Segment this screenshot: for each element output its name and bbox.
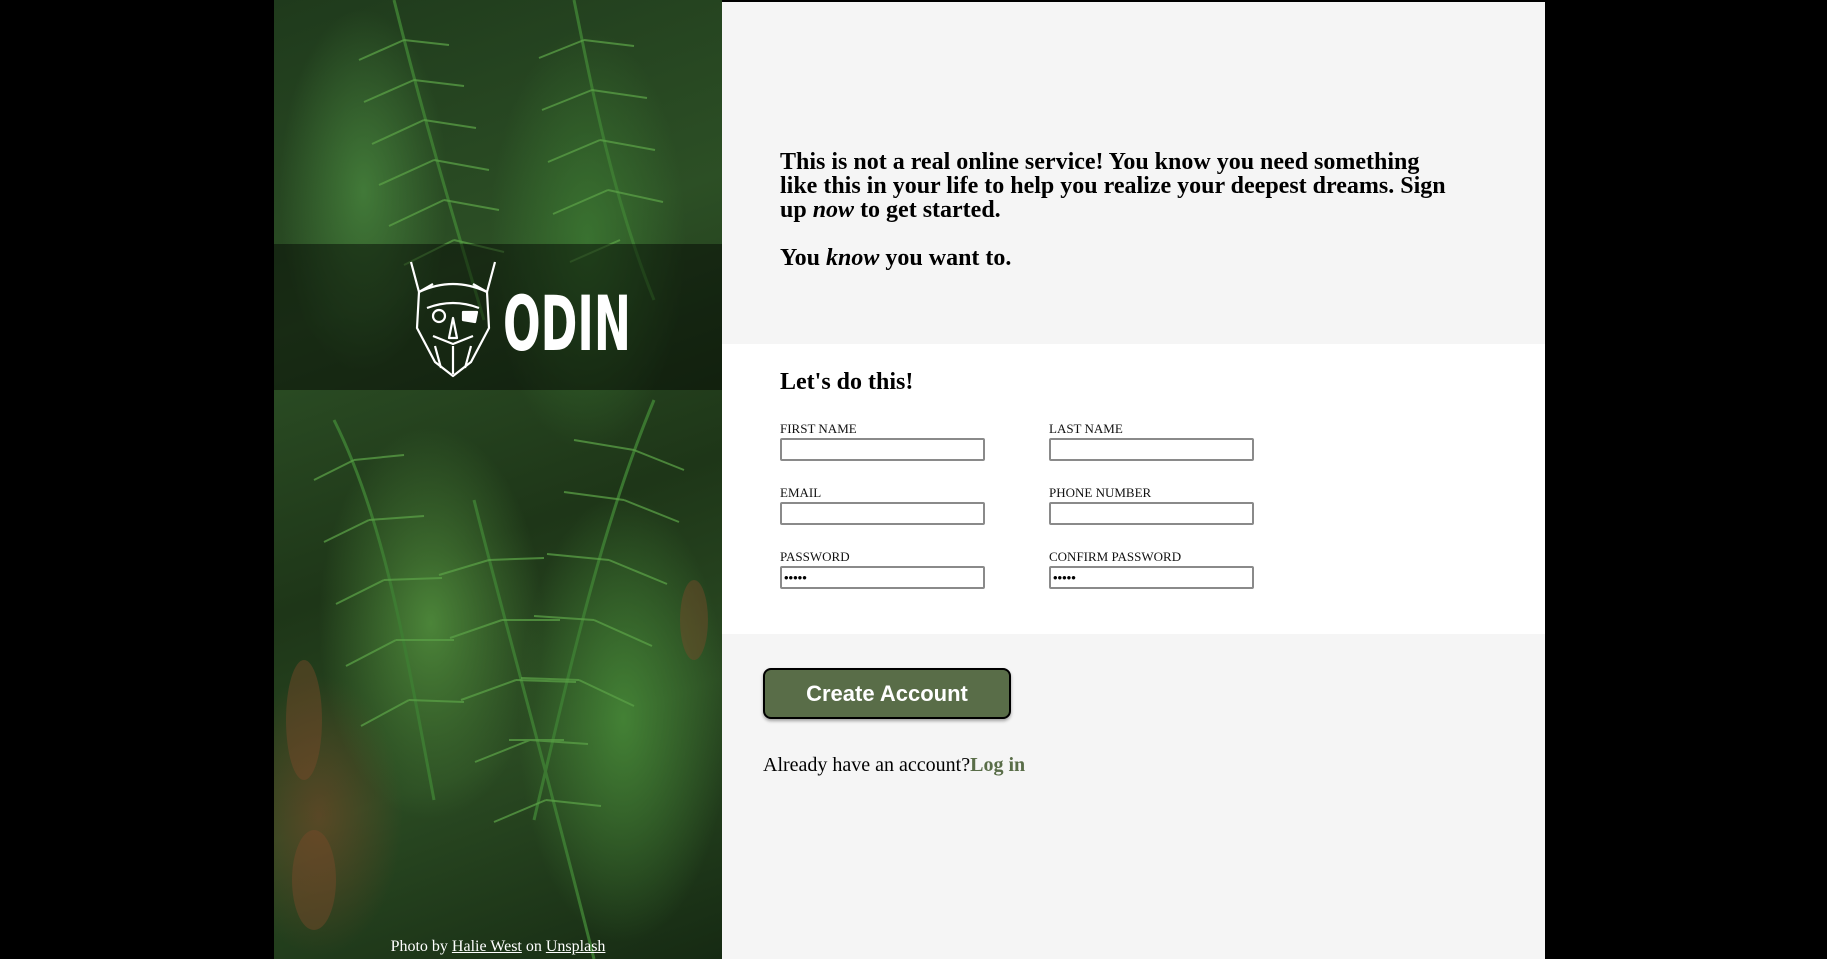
password-input[interactable] xyxy=(780,566,985,589)
last-name-label: Last Name xyxy=(1049,421,1123,436)
login-prompt: Already have an account?Log in xyxy=(763,754,1025,777)
confirm-password-input[interactable] xyxy=(1049,566,1254,589)
password-field: Password xyxy=(780,550,985,589)
logo-text: ODIN xyxy=(503,279,631,368)
login-link[interactable]: Log in xyxy=(970,754,1025,776)
page: ODIN Photo by Halie West on Unsplash Thi… xyxy=(0,0,1827,959)
photo-credit-prefix: Photo by xyxy=(390,938,452,955)
phone-number-field: Phone Number xyxy=(1049,486,1254,525)
intro-line-2-end: you want to. xyxy=(879,245,1012,271)
odin-logo: ODIN xyxy=(409,261,631,378)
photo-credit: Photo by Halie West on Unsplash xyxy=(274,937,722,957)
unsplash-link[interactable]: Unsplash xyxy=(546,938,606,955)
email-label: Email xyxy=(780,485,822,500)
form-heading: Let's do this! xyxy=(780,369,914,395)
fern-background-image: ODIN Photo by Halie West on Unsplash xyxy=(274,0,722,959)
phone-number-input[interactable] xyxy=(1049,502,1254,525)
photo-credit-middle: on xyxy=(521,938,546,955)
email-field: Email xyxy=(780,486,985,525)
phone-number-label: Phone Number xyxy=(1049,485,1152,500)
photo-author-link[interactable]: Halie West xyxy=(452,938,522,955)
intro-paragraph-2: You know you want to. xyxy=(780,246,1460,270)
confirm-password-label: Confirm Password xyxy=(1049,549,1182,564)
fern-leaves-illustration xyxy=(286,0,708,959)
last-name-input[interactable] xyxy=(1049,438,1254,461)
last-name-field: Last Name xyxy=(1049,422,1254,461)
signup-panel: This is not a real online service! You k… xyxy=(722,0,1545,959)
intro-paragraph-1: This is not a real online service! You k… xyxy=(780,150,1460,222)
password-label: Password xyxy=(780,549,850,564)
first-name-field: First Name xyxy=(780,422,985,461)
intro-line-2-start: You xyxy=(780,245,827,271)
intro-emphasis-now: now xyxy=(812,197,855,223)
login-prompt-text: Already have an account? xyxy=(763,754,971,776)
first-name-label: First Name xyxy=(780,421,857,436)
intro-text: This is not a real online service! You k… xyxy=(780,150,1460,294)
confirm-password-field: Confirm Password xyxy=(1049,550,1254,589)
logo-band: ODIN xyxy=(274,244,722,390)
email-input[interactable] xyxy=(780,502,985,525)
create-account-button[interactable]: Create Account xyxy=(763,668,1011,719)
signup-form: Let's do this! First Name Last Name Emai… xyxy=(722,344,1545,634)
intro-emphasis-know: know xyxy=(826,245,880,271)
first-name-input[interactable] xyxy=(780,438,985,461)
intro-line-1-end: to get started. xyxy=(854,197,1001,223)
